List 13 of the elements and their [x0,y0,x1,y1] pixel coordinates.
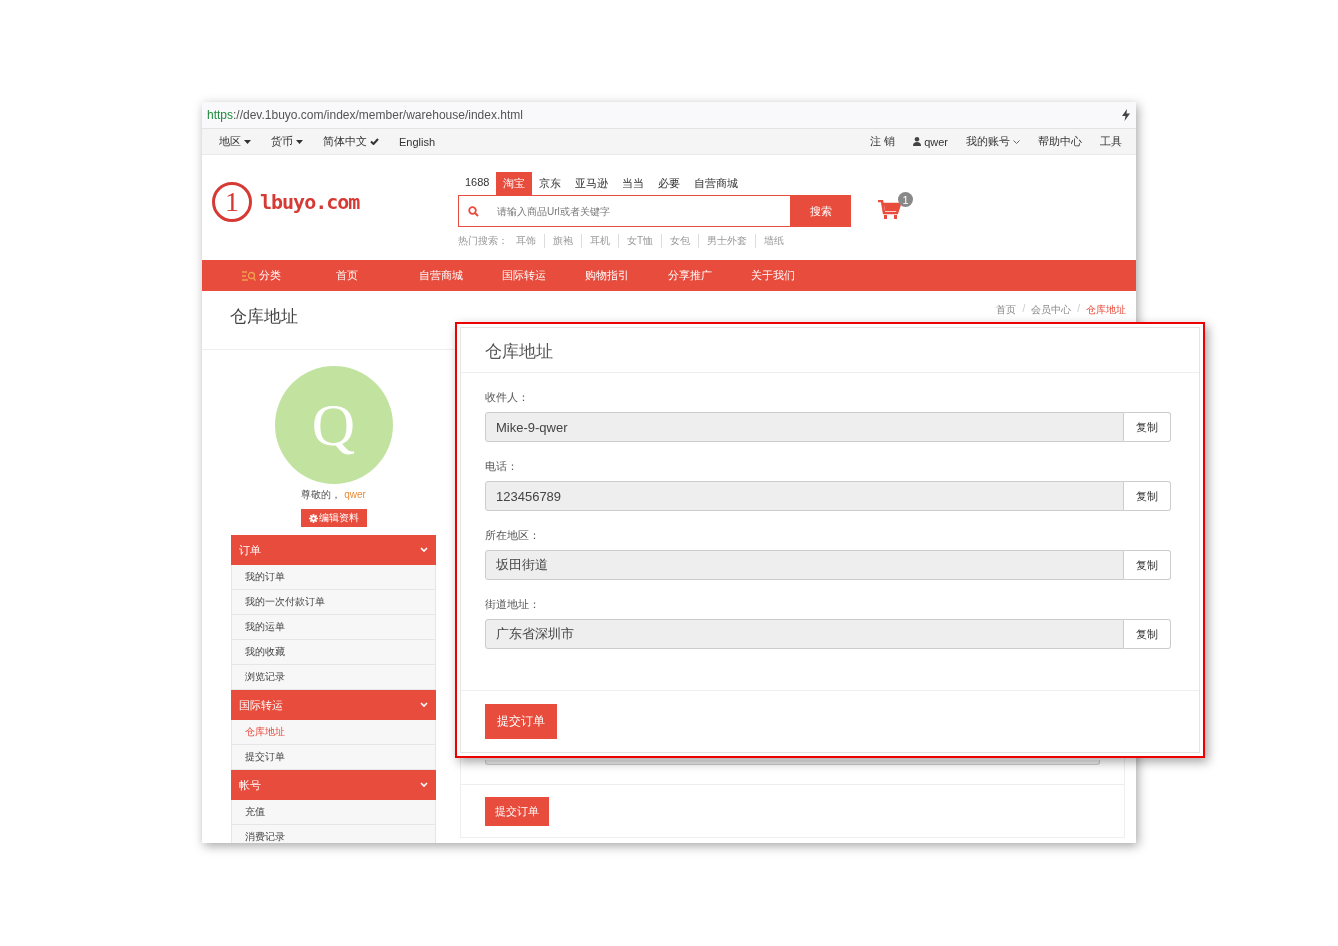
field-label: 电话： [485,459,519,474]
field-label: 街道地址： [485,597,541,612]
field-label: 所在地区： [485,528,541,543]
cart-count-badge: 1 [898,192,913,207]
username: qwer [344,489,366,500]
breadcrumb-separator: / [1022,303,1026,316]
field-label: 收件人： [485,390,530,405]
panel-title: 仓库地址 [461,328,1199,373]
page-title: 仓库地址 [230,306,298,328]
greeting-text: 尊敬的， [301,489,342,500]
hot-search-label: 热门搜索： [458,234,508,248]
breadcrumb-separator: / [1077,303,1080,316]
avatar: Q [274,366,393,484]
